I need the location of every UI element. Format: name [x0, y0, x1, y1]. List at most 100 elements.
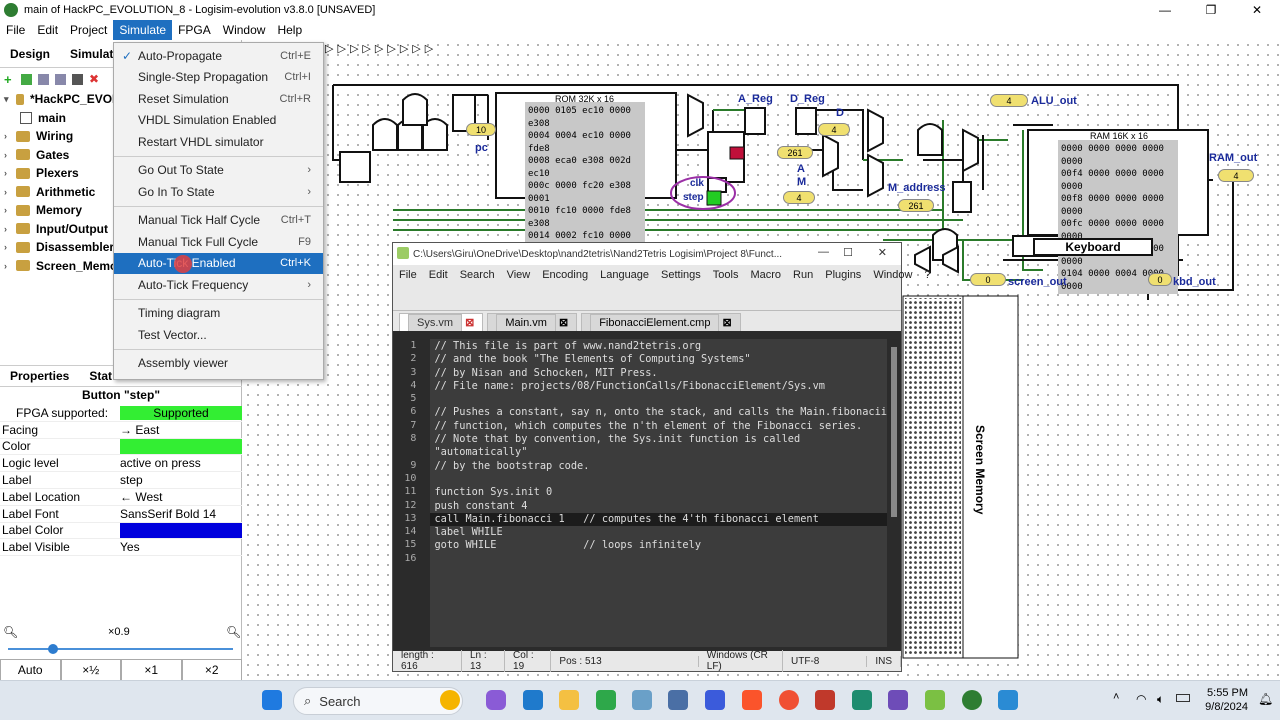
menu-window[interactable]: Window — [217, 20, 272, 40]
git-icon[interactable] — [779, 690, 799, 710]
edit-layout-icon[interactable] — [72, 73, 83, 85]
zoom-slider-thumb[interactable] — [48, 644, 58, 654]
menu-item-single-step[interactable]: Single-Step Propagation Ctrl+I — [114, 67, 323, 89]
menu-item-tick-full-cycle[interactable]: Manual Tick Full Cycle F9 — [114, 231, 323, 253]
app-icon[interactable] — [888, 690, 908, 710]
prop-row[interactable]: Label Color — [0, 522, 242, 540]
menu-item-go-out-to-state[interactable]: Go Out To State › — [114, 160, 323, 182]
menu-item-test-vector[interactable]: Test Vector... — [114, 324, 323, 346]
zoom-1-button[interactable]: ×1 — [121, 659, 182, 681]
windows-start-icon[interactable] — [262, 690, 282, 710]
vhdl-icon[interactable] — [21, 73, 32, 85]
npp-menu-language[interactable]: Language — [594, 269, 655, 281]
npp-menu-search[interactable]: Search — [454, 269, 501, 281]
menu-item-auto-tick-frequency[interactable]: Auto-Tick Frequency › — [114, 274, 323, 296]
volume-icon[interactable]: 🔈︎ — [1157, 692, 1164, 707]
app-h-icon[interactable] — [596, 690, 616, 710]
menu-item-assembly-viewer[interactable]: Assembly viewer — [114, 353, 323, 375]
app-icon[interactable] — [705, 690, 725, 710]
npp-menu-view[interactable]: View — [501, 269, 537, 281]
menu-simulate[interactable]: Simulate — [113, 20, 173, 40]
close-icon[interactable]: ✕ — [1234, 0, 1280, 20]
notification-bell-icon[interactable]: 🔔︎ — [1258, 692, 1273, 706]
app-icon[interactable] — [998, 690, 1018, 710]
prop-row[interactable]: Label Visible Yes — [0, 539, 242, 557]
tab-fibonacci-cmp[interactable]: FibonacciElement.cmp ⊠ — [581, 313, 741, 331]
copilot-icon[interactable] — [486, 690, 506, 710]
tab-sys-vm[interactable]: Sys.vm ⊠ — [399, 313, 484, 331]
prop-row[interactable]: FPGA supported: Supported — [0, 405, 242, 422]
npp-menu-macro[interactable]: Macro — [744, 269, 787, 281]
app-icon[interactable] — [815, 690, 835, 710]
step-button[interactable]: step — [683, 192, 704, 203]
zoom-out-icon[interactable]: 🔍︎ — [3, 625, 18, 639]
prop-row[interactable]: Label step — [0, 472, 242, 489]
prop-row[interactable]: Logic level active on press — [0, 455, 242, 473]
zoom-slider[interactable] — [8, 648, 233, 650]
menu-help[interactable]: Help — [271, 20, 308, 40]
restore-icon[interactable]: ❐ — [1188, 0, 1234, 20]
app-icon[interactable] — [852, 690, 872, 710]
move-down-icon[interactable] — [55, 73, 66, 85]
notepad-tabs: Sys.vm ⊠ Main.vm ⊠ FibonacciElement.cmp … — [393, 311, 901, 331]
npp-menu-settings[interactable]: Settings — [655, 269, 707, 281]
prop-row[interactable]: Facing → East — [0, 422, 242, 439]
delete-icon[interactable]: ✖ — [89, 73, 100, 85]
tab-properties[interactable]: Properties — [0, 369, 79, 383]
taskbar-clock[interactable]: 5:55 PM 9/8/2024 — [1196, 686, 1248, 714]
menu-item-timing-diagram[interactable]: Timing diagram — [114, 303, 323, 325]
add-icon[interactable]: + — [4, 73, 15, 86]
wifi-icon[interactable]: ◠ — [1136, 692, 1146, 706]
npp-menu-plugins[interactable]: Plugins — [819, 269, 867, 281]
taskbar-search[interactable]: ⌕ Search — [293, 687, 463, 715]
vscode-icon[interactable] — [523, 690, 543, 710]
app-icon[interactable] — [668, 690, 688, 710]
menu-item-reset-simulation[interactable]: Reset Simulation Ctrl+R — [114, 88, 323, 110]
editor-scrollbar[interactable] — [891, 347, 897, 517]
whiteboard-icon[interactable] — [632, 690, 652, 710]
notepad-close-icon[interactable]: ✕ — [878, 246, 887, 259]
notepad-minimize-icon[interactable]: — — [818, 246, 829, 258]
npp-menu-encoding[interactable]: Encoding — [536, 269, 594, 281]
npp-menu-edit[interactable]: Edit — [423, 269, 454, 281]
minimize-icon[interactable]: — — [1142, 0, 1188, 20]
code-editor[interactable]: 1 2 3 4 5 6 7 8 9 10 11 12 13 14 15 16 // This file is … — [393, 339, 887, 647]
menu-item-auto-tick-enabled[interactable]: Auto-Tick Enabled Ctrl+K — [114, 252, 323, 274]
prop-row[interactable]: Label Font SansSerif Bold 14 — [0, 506, 242, 523]
menu-item-go-in-to-state[interactable]: Go In To State › — [114, 181, 323, 203]
tab-main-vm[interactable]: Main.vm ⊠ — [487, 313, 578, 331]
logisim-icon[interactable] — [962, 690, 982, 710]
npp-menu-file[interactable]: File — [393, 269, 423, 281]
menu-item-restart-vhdl[interactable]: Restart VHDL simulator — [114, 131, 323, 153]
menu-file[interactable]: File — [0, 20, 31, 40]
tab-design[interactable]: Design — [0, 47, 60, 61]
zoom-auto-button[interactable]: Auto — [0, 659, 61, 681]
prop-row[interactable]: Label Location ← West — [0, 489, 242, 506]
tray-chevron-icon[interactable]: ˄ — [1113, 691, 1119, 703]
move-up-icon[interactable] — [38, 73, 49, 85]
menu-edit[interactable]: Edit — [31, 20, 64, 40]
folder-icon — [16, 186, 30, 198]
npp-menu-run[interactable]: Run — [787, 269, 819, 281]
zoom-2-button[interactable]: ×2 — [181, 659, 242, 681]
menu-item-auto-propagate[interactable]: ✓ Auto-Propagate Ctrl+E — [114, 45, 323, 67]
notepad-plus-plus-icon[interactable] — [925, 690, 945, 710]
prop-row[interactable]: Color — [0, 438, 242, 456]
menu-item-vhdl-enabled[interactable]: VHDL Simulation Enabled — [114, 110, 323, 132]
brave-icon[interactable] — [742, 690, 762, 710]
npp-menu-tools[interactable]: Tools — [707, 269, 745, 281]
battery-icon[interactable] — [1176, 694, 1190, 702]
file-explorer-icon[interactable] — [559, 690, 579, 710]
keyboard-box[interactable]: Keyboard — [1033, 238, 1153, 256]
title-bar: main of HackPC_EVOLUTION_8 - Logisim-evo… — [0, 0, 1280, 20]
notepad-maximize-icon[interactable]: ☐ — [843, 246, 853, 259]
npp-menu-help[interactable]: ? — [918, 269, 936, 281]
widgets-icon[interactable] — [440, 690, 460, 710]
menu-fpga[interactable]: FPGA — [172, 20, 217, 40]
npp-menu-window[interactable]: Window — [867, 269, 918, 281]
menu-project[interactable]: Project — [64, 20, 113, 40]
zoom-half-button[interactable]: ×½ — [60, 659, 121, 681]
menu-item-tick-half-cycle[interactable]: Manual Tick Half Cycle Ctrl+T — [114, 210, 323, 232]
zoom-in-icon[interactable]: 🔍︎ — [226, 625, 241, 639]
